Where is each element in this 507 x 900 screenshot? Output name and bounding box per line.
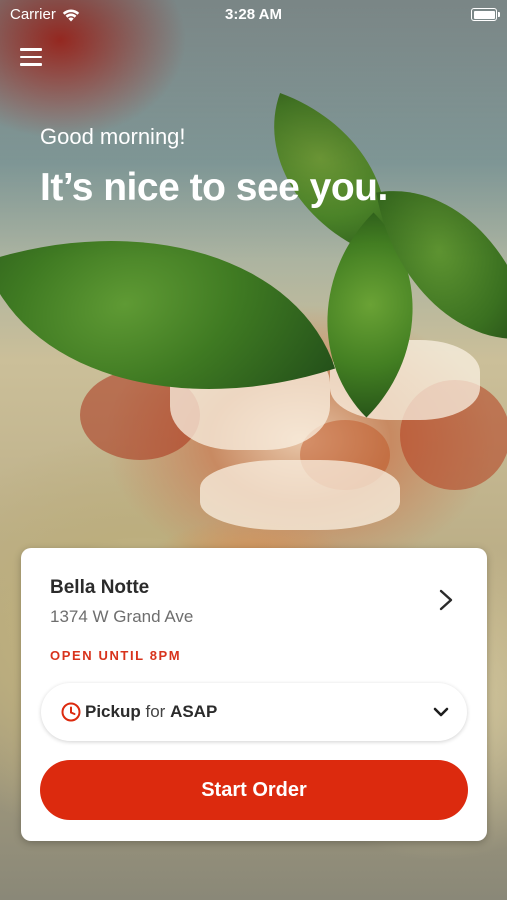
order-mode: Pickup	[85, 702, 141, 721]
clock-icon	[61, 702, 81, 722]
order-type-selector[interactable]: Pickup for ASAP	[41, 683, 467, 741]
store-location-row[interactable]: Bella Notte 1374 W Grand Ave	[21, 548, 487, 638]
order-connector: for	[145, 702, 166, 721]
welcome-headline: It’s nice to see you.	[40, 166, 388, 209]
greeting-text: Good morning!	[40, 124, 186, 149]
order-time: ASAP	[170, 702, 218, 721]
battery-icon	[471, 8, 500, 21]
store-hours: OPEN UNTIL 8PM	[50, 648, 182, 663]
hamburger-menu-icon[interactable]	[20, 48, 42, 68]
order-type-label: Pickup for ASAP	[85, 702, 217, 722]
store-card: Bella Notte 1374 W Grand Ave OPEN UNTIL …	[21, 548, 487, 841]
store-name: Bella Notte	[50, 577, 150, 598]
cheese-blob	[200, 460, 400, 530]
status-bar: Carrier 3:28 AM	[0, 0, 507, 30]
status-time: 3:28 AM	[225, 6, 282, 23]
chevron-down-icon	[433, 707, 449, 717]
chevron-right-icon	[439, 589, 453, 611]
store-address: 1374 W Grand Ave	[50, 607, 194, 626]
start-order-button[interactable]: Start Order	[40, 760, 468, 820]
